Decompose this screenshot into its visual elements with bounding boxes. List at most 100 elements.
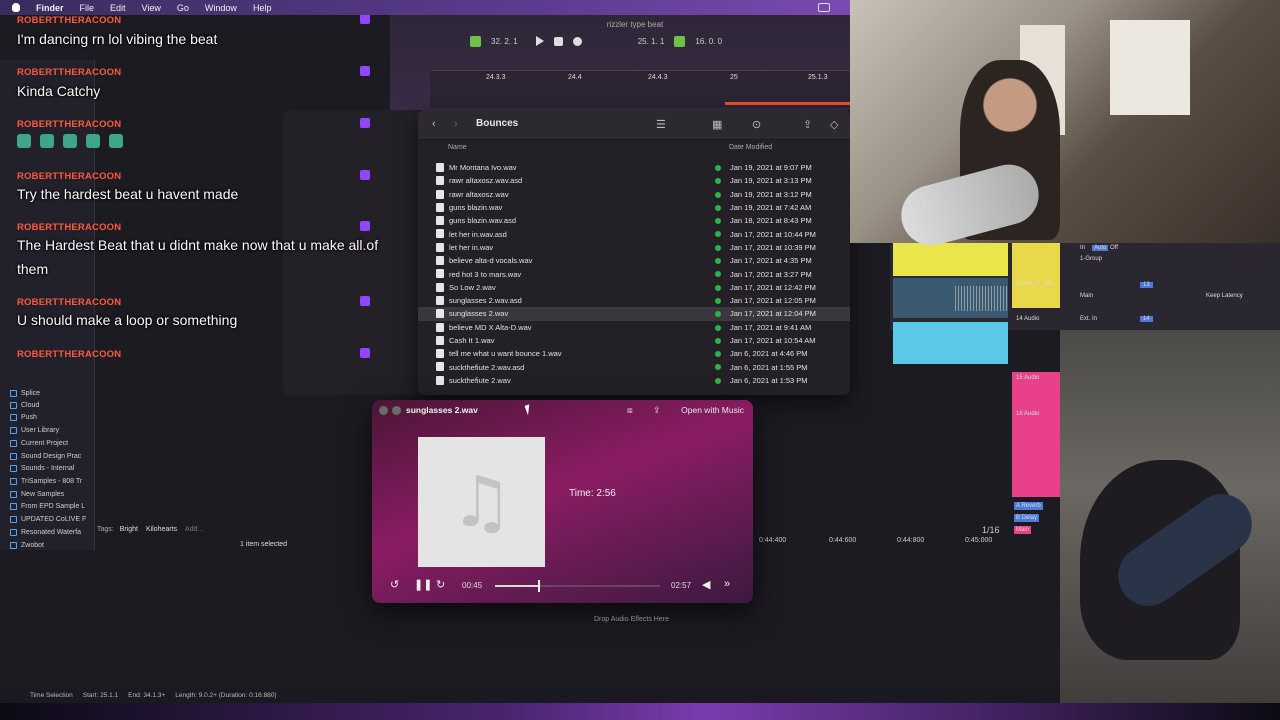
return-track-reverb[interactable]: A Reverb [1014, 502, 1043, 510]
file-row[interactable]: guns blazin.wav Jan 19, 2021 at 7:42 AM [418, 201, 850, 214]
browser-item-folder[interactable]: Zwobot [10, 542, 44, 549]
record-icon[interactable] [572, 36, 582, 46]
group-select[interactable]: 1-Group [1080, 256, 1102, 262]
quantize-label[interactable]: 1/16 [982, 525, 1000, 535]
track-number[interactable]: 13 [1140, 282, 1153, 288]
browser-item-cloud[interactable]: Cloud [10, 402, 39, 409]
control-center-icon[interactable] [818, 3, 830, 12]
tag-chip[interactable]: Bright [120, 526, 138, 533]
column-date-modified[interactable]: Date Modified [729, 144, 772, 151]
follow-button[interactable] [470, 35, 481, 47]
file-row[interactable]: rawr altaxosz.wav Jan 19, 2021 at 3:12 PM [418, 188, 850, 201]
share-icon[interactable]: ⇪ [653, 405, 661, 416]
column-name[interactable]: Name [448, 144, 467, 151]
menu-view[interactable]: View [142, 3, 161, 13]
tags-label: Tags: [97, 526, 114, 533]
audio-file-icon [436, 335, 444, 345]
audio-file-icon [436, 202, 444, 212]
file-row[interactable]: So Low 2.wav Jan 17, 2021 at 12:42 PM [418, 281, 850, 294]
file-row[interactable]: Cash It 1.wav Jan 17, 2021 at 10:54 AM [418, 334, 850, 347]
track-header[interactable] [1012, 243, 1060, 308]
input-select[interactable]: Ext. In [1080, 316, 1097, 322]
emote-icon [17, 134, 31, 148]
file-row[interactable]: red hot 3 to mars.wav Jan 17, 2021 at 3:2… [418, 267, 850, 280]
loop-length[interactable]: 16. 0. 0 [695, 37, 722, 46]
browser-item-folder[interactable]: Sounds - Internal [10, 465, 74, 472]
browser-item-folder[interactable]: New Samples [10, 491, 64, 498]
volume-icon[interactable]: ◀ [702, 578, 710, 591]
action-menu-icon[interactable]: ⊙ [752, 118, 761, 131]
browser-item-push[interactable]: Push [10, 414, 37, 421]
off-button[interactable]: Off [1110, 245, 1118, 251]
audio-file-icon [436, 216, 444, 226]
browser-item-folder[interactable]: TriSamples - 808 Tr [10, 478, 82, 485]
track-number[interactable]: 14 [1140, 316, 1153, 322]
fullscreen-icon[interactable] [392, 406, 401, 415]
return-track-delay[interactable]: B Delay [1014, 514, 1040, 522]
list-view-icon[interactable]: ☰ [656, 118, 666, 131]
grid-view-icon[interactable]: ▦ [712, 118, 722, 131]
menu-go[interactable]: Go [177, 3, 189, 13]
tag-chip[interactable]: Kilohearts [146, 526, 177, 533]
browser-item-folder[interactable]: UPDATED CoLIVE F [10, 516, 86, 523]
playback-progress [495, 585, 538, 587]
chat-username: ROBERTTHERACOON [17, 297, 122, 308]
tag-icon[interactable]: ◇ [830, 118, 838, 131]
add-tag-button[interactable]: Add... [185, 526, 203, 533]
audio-file-icon [436, 282, 444, 292]
browser-item-user-library[interactable]: User Library [10, 427, 59, 434]
skip-back-icon[interactable]: ↺ [390, 578, 399, 591]
share-icon[interactable]: ⇪ [803, 118, 812, 131]
menu-finder[interactable]: Finder [36, 3, 64, 13]
file-row[interactable]: let her in.wav Jan 17, 2021 at 10:39 PM [418, 241, 850, 254]
emote-icon [86, 134, 100, 148]
chat-message: The Hardest Beat that u didnt make now t… [17, 237, 379, 277]
file-row[interactable]: tell me what u want bounce 1.wav Jan 6, 2… [418, 347, 850, 360]
menu-file[interactable]: File [80, 3, 95, 13]
audio-file-icon [436, 269, 444, 279]
file-row[interactable]: rawr altaxosz.wav.asd Jan 19, 2021 at 3:1… [418, 174, 850, 187]
file-name: let her in.wav [449, 242, 494, 252]
file-date: Jan 19, 2021 at 3:12 PM [730, 189, 812, 199]
browser-item-folder[interactable]: From EPD Sample L [10, 503, 85, 510]
song-position[interactable]: 32. 2. 1 [491, 37, 518, 46]
sync-status-icon [715, 258, 721, 265]
file-row[interactable]: sunglasses 2.wav.asd Jan 17, 2021 at 12:0… [418, 294, 850, 307]
play-icon[interactable] [535, 36, 544, 46]
playback-scrubber[interactable] [495, 580, 660, 592]
airplay-icon[interactable]: » [724, 578, 730, 590]
loop-start[interactable]: 25. 1. 1 [638, 37, 665, 46]
browser-item-folder[interactable]: Sound Design Prac [10, 453, 81, 460]
menu-help[interactable]: Help [253, 3, 272, 13]
apple-icon[interactable] [12, 3, 20, 12]
file-row[interactable]: sunglasses 2.wav Jan 17, 2021 at 12:04 PM [418, 307, 850, 321]
browser-item-folder[interactable]: Resonated Waterfa [10, 529, 81, 536]
back-icon[interactable]: ‹ [432, 118, 436, 130]
audio-clip[interactable] [893, 322, 1008, 364]
pause-icon[interactable]: ❚❚ [414, 578, 432, 591]
menu-edit[interactable]: Edit [110, 3, 126, 13]
trim-icon[interactable]: ⧈ [627, 405, 633, 416]
file-row[interactable]: suckthefiute 2.wav.asd Jan 6, 2021 at 1:5… [418, 360, 850, 373]
browser-item-current-project[interactable]: Current Project [10, 440, 68, 447]
return-track-header[interactable] [1012, 372, 1060, 497]
scrubber-handle[interactable] [537, 580, 540, 592]
stop-icon[interactable] [553, 36, 563, 46]
close-icon[interactable] [379, 406, 388, 415]
file-row[interactable]: let her in.wav.asd Jan 17, 2021 at 10:44 … [418, 227, 850, 240]
file-row[interactable]: Mr Montana Ivo.wav Jan 19, 2021 at 9:07 P… [418, 161, 850, 174]
master-track[interactable]: Main [1014, 526, 1032, 534]
menu-window[interactable]: Window [205, 3, 237, 13]
loop-toggle-icon[interactable] [674, 35, 686, 47]
file-row[interactable]: suckthefiute 2.wav Jan 6, 2021 at 1:53 PM [418, 374, 850, 387]
file-row[interactable]: believe MD X Alta-D.wav Jan 17, 2021 at 9… [418, 321, 850, 334]
forward-icon[interactable]: › [454, 118, 458, 130]
file-row[interactable]: believe alta-d vocals.wav Jan 17, 2021 at… [418, 254, 850, 267]
skip-forward-icon[interactable]: ↻ [436, 578, 445, 591]
file-row[interactable]: guns blazin.wav.asd Jan 18, 2021 at 8:43 … [418, 214, 850, 227]
auto-button[interactable]: Auto [1092, 245, 1109, 251]
keep-latency-button[interactable]: Keep Latency [1206, 293, 1243, 299]
open-with-music-button[interactable]: Open with Music [681, 405, 744, 415]
output-select[interactable]: Main [1080, 293, 1093, 299]
audio-clip[interactable] [893, 243, 1008, 276]
